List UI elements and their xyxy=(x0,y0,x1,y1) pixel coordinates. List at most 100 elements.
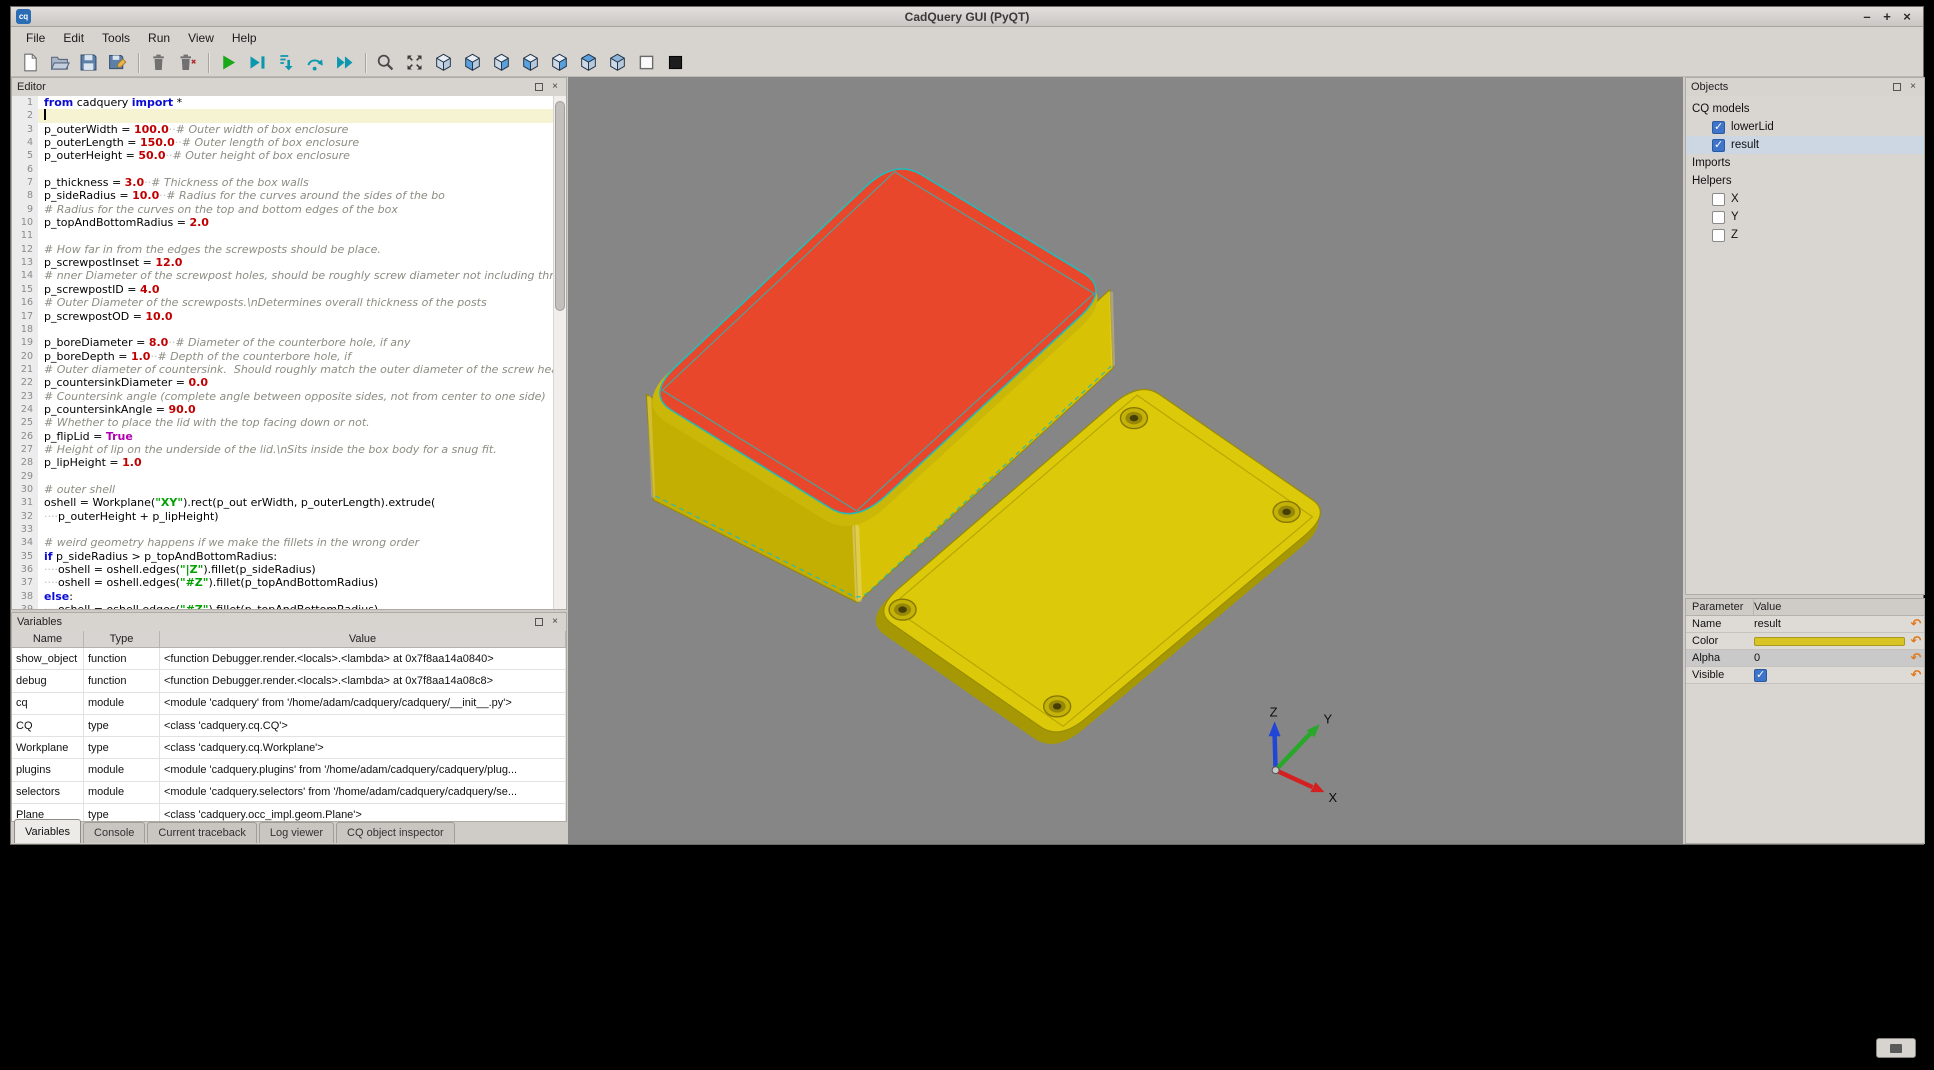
variable-row-show_object[interactable]: show_objectfunction<function Debugger.re… xyxy=(12,648,566,670)
code-line-13[interactable]: 13p_screwpostInset = 12.0 xyxy=(12,256,553,269)
back-view-button[interactable] xyxy=(488,50,514,76)
editor-float-icon[interactable] xyxy=(533,81,545,93)
top-view-button[interactable] xyxy=(575,50,601,76)
objects-group-cq-models[interactable]: CQ models xyxy=(1686,100,1924,118)
editor-close-icon[interactable]: × xyxy=(549,81,561,93)
variable-row-Workplane[interactable]: Workplanetype<class 'cadquery.cq.Workpla… xyxy=(12,737,566,759)
code-editor[interactable]: 1from cadquery import *23p_outerWidth = … xyxy=(12,96,566,609)
code-line-14[interactable]: 14# nner Diameter of the screwpost holes… xyxy=(12,269,553,282)
menu-item-file[interactable]: File xyxy=(17,28,54,48)
column-header-value[interactable]: Value xyxy=(160,631,566,647)
new-script-button[interactable] xyxy=(17,50,43,76)
reset-parameter-icon[interactable]: ↶ xyxy=(1908,617,1924,632)
code-line-27[interactable]: 27# Height of lip on the underside of th… xyxy=(12,443,553,456)
code-line-2[interactable]: 2 xyxy=(12,109,553,122)
code-line-37[interactable]: 37····oshell = oshell.edges("#Z").fillet… xyxy=(12,576,553,589)
code-line-16[interactable]: 16# Outer Diameter of the screwposts.\nD… xyxy=(12,296,553,309)
open-script-button[interactable] xyxy=(46,50,72,76)
objects-item-z[interactable]: Z xyxy=(1686,226,1924,244)
visibility-checkbox[interactable] xyxy=(1712,193,1725,206)
parameter-value[interactable] xyxy=(1754,669,1908,682)
tab-console[interactable]: Console xyxy=(83,822,145,843)
delete-object-button[interactable] xyxy=(145,50,171,76)
code-line-15[interactable]: 15p_screwpostID = 4.0 xyxy=(12,283,553,296)
debug-button[interactable] xyxy=(244,50,270,76)
code-line-36[interactable]: 36····oshell = oshell.edges("|Z").fillet… xyxy=(12,563,553,576)
code-line-22[interactable]: 22p_countersinkDiameter = 0.0 xyxy=(12,376,553,389)
code-line-26[interactable]: 26p_flipLid = True xyxy=(12,430,553,443)
reset-parameter-icon[interactable]: ↶ xyxy=(1908,668,1924,683)
code-line-25[interactable]: 25# Whether to place the lid with the to… xyxy=(12,416,553,429)
objects-group-imports[interactable]: Imports xyxy=(1686,154,1924,172)
save-script-button[interactable] xyxy=(75,50,101,76)
visibility-checkbox[interactable] xyxy=(1712,121,1725,134)
code-line-23[interactable]: 23# Countersink angle (complete angle be… xyxy=(12,390,553,403)
close-button[interactable]: × xyxy=(1897,8,1917,26)
status-grip[interactable] xyxy=(1876,1038,1916,1058)
column-header-value[interactable]: Value xyxy=(1754,601,1924,613)
maximize-button[interactable]: + xyxy=(1877,8,1897,26)
variables-float-icon[interactable] xyxy=(533,616,545,628)
column-header-parameter[interactable]: Parameter xyxy=(1686,599,1754,615)
code-line-34[interactable]: 34# weird geometry happens if we make th… xyxy=(12,536,553,549)
menu-item-view[interactable]: View xyxy=(179,28,223,48)
zoom-button[interactable] xyxy=(372,50,398,76)
objects-group-helpers[interactable]: Helpers xyxy=(1686,172,1924,190)
parameter-row-color[interactable]: Color↶ xyxy=(1686,633,1924,650)
menu-item-tools[interactable]: Tools xyxy=(93,28,139,48)
parameter-value[interactable] xyxy=(1754,637,1908,646)
parameter-row-visible[interactable]: Visible↶ xyxy=(1686,667,1924,684)
visibility-checkbox[interactable] xyxy=(1712,229,1725,242)
objects-float-icon[interactable] xyxy=(1891,81,1903,93)
code-line-24[interactable]: 24p_countersinkAngle = 90.0 xyxy=(12,403,553,416)
visibility-checkbox[interactable] xyxy=(1712,211,1725,224)
tab-log-viewer[interactable]: Log viewer xyxy=(259,822,334,843)
fit-view-button[interactable] xyxy=(401,50,427,76)
step-into-button[interactable] xyxy=(273,50,299,76)
code-line-31[interactable]: 31oshell = Workplane("XY").rect(p_out er… xyxy=(12,496,553,509)
title-bar[interactable]: cq CadQuery GUI (PyQT) – + × xyxy=(11,7,1923,27)
variable-row-plugins[interactable]: pluginsmodule<module 'cadquery.plugins' … xyxy=(12,759,566,781)
front-view-button[interactable] xyxy=(459,50,485,76)
code-line-8[interactable]: 8p_sideRadius = 10.0··# Radius for the c… xyxy=(12,189,553,202)
code-line-30[interactable]: 30# outer shell xyxy=(12,483,553,496)
visibility-checkbox[interactable] xyxy=(1712,139,1725,152)
code-line-20[interactable]: 20p_boreDepth = 1.0··# Depth of the coun… xyxy=(12,350,553,363)
code-line-35[interactable]: 35if p_sideRadius > p_topAndBottomRadius… xyxy=(12,550,553,563)
objects-close-icon[interactable]: × xyxy=(1907,81,1919,93)
step-over-button[interactable] xyxy=(302,50,328,76)
code-line-5[interactable]: 5p_outerHeight = 50.0··# Outer height of… xyxy=(12,149,553,162)
reset-parameter-icon[interactable]: ↶ xyxy=(1908,651,1924,666)
render-button[interactable] xyxy=(215,50,241,76)
right-view-button[interactable] xyxy=(546,50,572,76)
color-swatch[interactable] xyxy=(1754,637,1905,646)
code-line-18[interactable]: 18 xyxy=(12,323,553,336)
code-line-6[interactable]: 6 xyxy=(12,163,553,176)
code-line-1[interactable]: 1from cadquery import * xyxy=(12,96,553,109)
code-line-7[interactable]: 7p_thickness = 3.0··# Thickness of the b… xyxy=(12,176,553,189)
column-header-name[interactable]: Name xyxy=(12,631,84,647)
tab-cq-object-inspector[interactable]: CQ object inspector xyxy=(336,822,455,843)
variable-row-CQ[interactable]: CQtype<class 'cadquery.cq.CQ'> xyxy=(12,715,566,737)
menu-item-edit[interactable]: Edit xyxy=(54,28,93,48)
code-line-9[interactable]: 9# Radius for the curves on the top and … xyxy=(12,203,553,216)
objects-item-lowerlid[interactable]: lowerLid xyxy=(1686,118,1924,136)
code-line-10[interactable]: 10p_topAndBottomRadius = 2.0 xyxy=(12,216,553,229)
objects-item-result[interactable]: result xyxy=(1686,136,1924,154)
variable-row-selectors[interactable]: selectorsmodule<module 'cadquery.selecto… xyxy=(12,782,566,804)
variables-close-icon[interactable]: × xyxy=(549,616,561,628)
delete-all-button[interactable] xyxy=(174,50,200,76)
bottom-view-button[interactable] xyxy=(604,50,630,76)
code-line-4[interactable]: 4p_outerLength = 150.0··# Outer length o… xyxy=(12,136,553,149)
code-line-38[interactable]: 38else: xyxy=(12,590,553,603)
wireframe-view-button[interactable] xyxy=(633,50,659,76)
save-as-button[interactable] xyxy=(104,50,130,76)
column-header-type[interactable]: Type xyxy=(84,631,160,647)
code-line-29[interactable]: 29 xyxy=(12,470,553,483)
code-line-33[interactable]: 33 xyxy=(12,523,553,536)
reset-parameter-icon[interactable]: ↶ xyxy=(1908,634,1924,649)
variable-row-debug[interactable]: debugfunction<function Debugger.render.<… xyxy=(12,670,566,692)
left-view-button[interactable] xyxy=(517,50,543,76)
viewport-3d[interactable]: Z Y X xyxy=(568,77,1683,844)
parameter-row-name[interactable]: Nameresult↶ xyxy=(1686,616,1924,633)
